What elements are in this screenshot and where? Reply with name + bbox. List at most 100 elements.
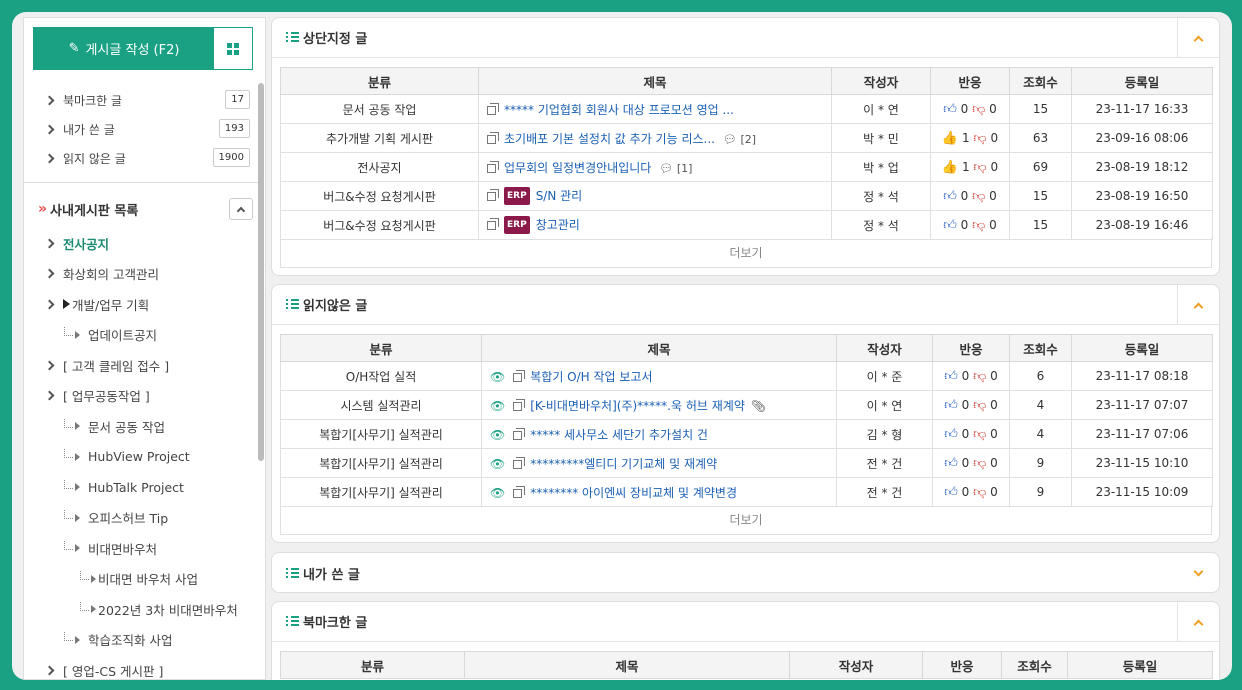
post-title-link[interactable]: 업무회의 일정변경안내입니다 (504, 161, 651, 175)
col-category[interactable]: 분류 (280, 334, 482, 362)
more-button[interactable]: 더보기 (280, 238, 1212, 268)
tree-item-voucher[interactable]: 비대면바우처 (24, 533, 258, 564)
thumbs-down-outline-icon[interactable]: 👎︎ (973, 456, 986, 471)
post-title-link[interactable]: ******** 아이엔씨 장비교체 및 계약변경 (530, 486, 737, 500)
col-reaction[interactable]: 반응 (930, 67, 1010, 95)
sidebar-scrollbar[interactable] (258, 83, 264, 461)
tree-item-claims[interactable]: [ 고객 클레임 접수 ] (24, 350, 258, 381)
thumbs-down-outline-icon[interactable]: 👎︎ (972, 189, 985, 204)
post-title-link[interactable]: S/N 관리 (536, 189, 583, 203)
thumbs-up-filled-icon[interactable]: 👍 (942, 131, 958, 146)
eye-icon[interactable]: 👁 (490, 370, 505, 384)
col-author[interactable]: 작성자 (831, 67, 931, 95)
thumbs-up-filled-icon[interactable]: 👍 (942, 160, 958, 175)
eye-icon[interactable]: 👁 (490, 457, 505, 471)
col-date[interactable]: 등록일 (1071, 334, 1213, 362)
tree-item-hubtalk[interactable]: HubTalk Project (24, 472, 258, 503)
write-post-button[interactable]: ✎ 게시글 작성 (F2) (34, 28, 214, 69)
copy-icon[interactable] (513, 427, 526, 440)
col-category[interactable]: 분류 (280, 651, 465, 679)
col-title[interactable]: 제목 (464, 651, 790, 679)
copy-icon[interactable] (487, 188, 499, 201)
thumbs-down-outline-icon[interactable]: 👎︎ (972, 102, 985, 117)
thumbs-up-outline-icon[interactable]: 👍︎ (943, 102, 957, 117)
post-title-link[interactable]: [K-비대면바우처](주)*****.욱 허브 재계약 (530, 399, 745, 413)
col-date[interactable]: 등록일 (1067, 651, 1213, 679)
col-views[interactable]: 조회수 (1009, 334, 1072, 362)
thumbs-up-outline-icon[interactable]: 👍︎ (944, 485, 958, 500)
copy-icon[interactable] (487, 102, 499, 115)
table-row[interactable]: 버그&수정 요청게시판 ERP S/N 관리 정 * 석 👍︎ 0 👎︎ 0 15… (280, 181, 1213, 211)
table-row[interactable]: 문서 공동 작업 ***** 기업협회 회원사 대상 프로모션 영업 ... 이… (280, 94, 1213, 124)
col-title[interactable]: 제목 (478, 67, 832, 95)
col-date[interactable]: 등록일 (1071, 67, 1213, 95)
panel-collapse-button[interactable] (1177, 18, 1219, 58)
table-row[interactable]: 복합기[사무기] 실적관리 👁 ***** 세사무소 세단기 추가설치 건 김 *… (280, 419, 1213, 449)
copy-icon[interactable] (513, 398, 526, 411)
post-title-link[interactable]: 복합기 O/H 작업 보고서 (530, 370, 652, 384)
thumbs-down-outline-icon[interactable]: 👎︎ (973, 427, 986, 442)
tree-item-doc-collab[interactable]: 문서 공동 작업 (24, 411, 258, 442)
board-list-collapse-button[interactable] (229, 198, 253, 220)
tree-item-collab[interactable]: [ 업무공동작업 ] (24, 381, 258, 412)
tree-item-update-notice[interactable]: 업데이트공지 (24, 320, 258, 351)
post-title-link[interactable]: *********엘티디 기기교체 및 재계약 (530, 457, 717, 471)
quick-item-unread[interactable]: 읽지 않은 글 1900 (24, 144, 258, 173)
thumbs-up-outline-icon[interactable]: 👍︎ (944, 398, 958, 413)
thumbs-up-outline-icon[interactable]: 👍︎ (944, 369, 958, 384)
col-category[interactable]: 분류 (280, 67, 479, 95)
eye-icon[interactable]: 👁 (490, 399, 505, 413)
tree-item-hubview[interactable]: HubView Project (24, 442, 258, 473)
col-title[interactable]: 제목 (481, 334, 837, 362)
tree-item-sales-cs[interactable]: [ 영업-CS 게시판 ] (24, 655, 258, 679)
tree-item-voucher-biz[interactable]: 비대면 바우처 사업 (24, 564, 258, 595)
thumbs-up-outline-icon[interactable]: 👍︎ (944, 427, 958, 442)
copy-icon[interactable] (513, 485, 526, 498)
thumbs-down-outline-icon[interactable]: 👎︎ (973, 160, 986, 175)
thumbs-down-outline-icon[interactable]: 👎︎ (973, 485, 986, 500)
eye-icon[interactable]: 👁 (490, 486, 505, 500)
tree-item-company-notice[interactable]: 전사공지 (24, 228, 258, 259)
col-reaction[interactable]: 반응 (932, 334, 1010, 362)
copy-icon[interactable] (487, 217, 499, 230)
thumbs-down-outline-icon[interactable]: 👎︎ (973, 369, 986, 384)
copy-icon[interactable] (487, 160, 499, 173)
col-views[interactable]: 조회수 (1009, 67, 1072, 95)
panel-expand-button[interactable] (1177, 553, 1219, 593)
thumbs-up-outline-icon[interactable]: 👍︎ (943, 189, 957, 204)
tree-item-learning-org[interactable]: 학습조직화 사업 (24, 625, 258, 656)
post-title-link[interactable]: 창고관리 (536, 218, 580, 232)
grid-view-button[interactable] (214, 28, 252, 69)
tree-item-video-conf[interactable]: 화상회의 고객관리 (24, 259, 258, 290)
thumbs-up-outline-icon[interactable]: 👍︎ (943, 218, 957, 233)
thumbs-up-outline-icon[interactable]: 👍︎ (944, 456, 958, 471)
thumbs-down-outline-icon[interactable]: 👎︎ (973, 398, 986, 413)
thumbs-down-outline-icon[interactable]: 👎︎ (973, 131, 986, 146)
post-title-link[interactable]: ***** 기업협회 회원사 대상 프로모션 영업 ... (504, 103, 734, 117)
copy-icon[interactable] (513, 456, 526, 469)
table-row[interactable]: 시스템 실적관리 👁 [K-비대면바우처](주)*****.욱 허브 재계약 📎︎ … (280, 390, 1213, 420)
panel-collapse-button[interactable] (1177, 285, 1219, 325)
col-author[interactable]: 작성자 (836, 334, 933, 362)
table-row[interactable]: 전사공지 업무회의 일정변경안내입니다 💬︎ [1] 박 * 업 👍 1 👎︎ 0… (280, 152, 1213, 182)
table-row[interactable]: 복합기[사무기] 실적관리 👁 *********엘티디 기기교체 및 재계약 전… (280, 448, 1213, 478)
tree-item-voucher-2022[interactable]: 2022년 3차 비대면바우처 (24, 594, 258, 625)
more-button[interactable]: 더보기 (280, 505, 1212, 535)
post-title-link[interactable]: ***** 세사무소 세단기 추가설치 건 (530, 428, 708, 442)
table-row[interactable]: 복합기[사무기] 실적관리 👁 ******** 아이엔씨 장비교체 및 계약변경… (280, 477, 1213, 507)
eye-icon[interactable]: 👁 (490, 428, 505, 442)
quick-item-bookmarks[interactable]: 북마크한 글 17 (24, 86, 258, 115)
panel-collapse-button[interactable] (1177, 602, 1219, 642)
table-row[interactable]: 버그&수정 요청게시판 ERP 창고관리 정 * 석 👍︎ 0 👎︎ 0 15 2… (280, 210, 1213, 240)
table-row[interactable]: O/H작업 실적 👁 복합기 O/H 작업 보고서 이 * 준 👍︎ 0 👎︎ 0… (280, 361, 1213, 391)
copy-icon[interactable] (513, 369, 526, 382)
tree-item-officehub-tip[interactable]: 오피스허브 Tip (24, 503, 258, 534)
post-title-link[interactable]: 초기배포 기본 설정치 값 추가 기능 리스... (504, 132, 715, 146)
copy-icon[interactable] (487, 131, 499, 144)
tree-item-dev-planning[interactable]: 개발/업무 기획 (24, 289, 258, 320)
table-row[interactable]: 추가개발 기획 게시판 초기배포 기본 설정치 값 추가 기능 리스... 💬︎ … (280, 123, 1213, 153)
thumbs-down-outline-icon[interactable]: 👎︎ (972, 218, 985, 233)
col-author[interactable]: 작성자 (789, 651, 923, 679)
col-reaction[interactable]: 반응 (922, 651, 1002, 679)
quick-item-my-posts[interactable]: 내가 쓴 글 193 (24, 115, 258, 144)
